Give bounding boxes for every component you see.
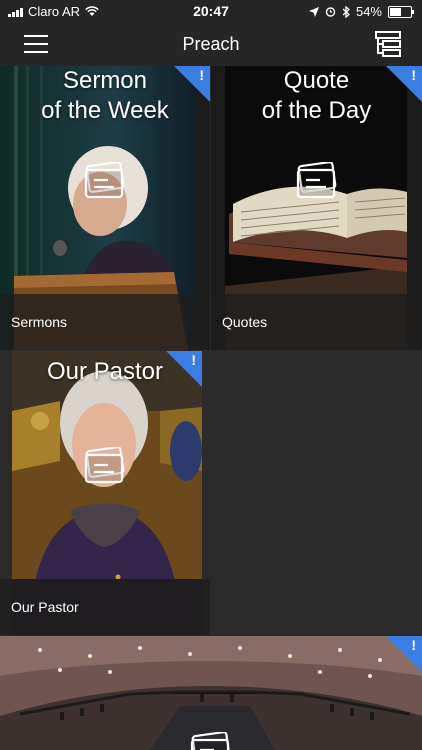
article-icon	[84, 162, 125, 199]
alarm-icon	[325, 7, 336, 17]
nav-bar: Preach	[0, 22, 422, 66]
tile-sermons[interactable]: Sermon of the Week Sermons !	[0, 66, 210, 350]
list-view-icon[interactable]	[374, 30, 402, 58]
new-badge	[386, 636, 422, 672]
page-title: Preach	[182, 34, 240, 54]
tile-auditorium[interactable]: !	[0, 636, 422, 750]
new-badge	[166, 351, 202, 387]
bluetooth-icon	[342, 5, 350, 18]
tile-our-pastor[interactable]: Our Pastor Our Pastor !	[0, 351, 210, 635]
battery-icon	[388, 5, 414, 18]
new-badge	[386, 66, 422, 102]
battery-percent: 54%	[355, 4, 382, 19]
new-badge-mark: !	[411, 637, 416, 653]
location-arrow-icon	[308, 6, 319, 17]
new-badge-mark: !	[191, 352, 196, 368]
tile-label-sermons: Sermons	[11, 314, 68, 330]
tile-label-quotes: Quotes	[222, 314, 268, 330]
status-bar: Claro AR 20:47 54%	[0, 0, 422, 22]
article-icon	[296, 162, 337, 199]
tile-label-our-pastor: Our Pastor	[11, 599, 79, 615]
article-icon	[84, 447, 125, 484]
tile-quotes[interactable]: Quote of the Day Quotes !	[211, 66, 422, 350]
new-badge-mark: !	[411, 67, 416, 83]
new-badge-mark: !	[199, 67, 204, 83]
new-badge	[174, 66, 210, 102]
article-icon	[190, 732, 231, 750]
